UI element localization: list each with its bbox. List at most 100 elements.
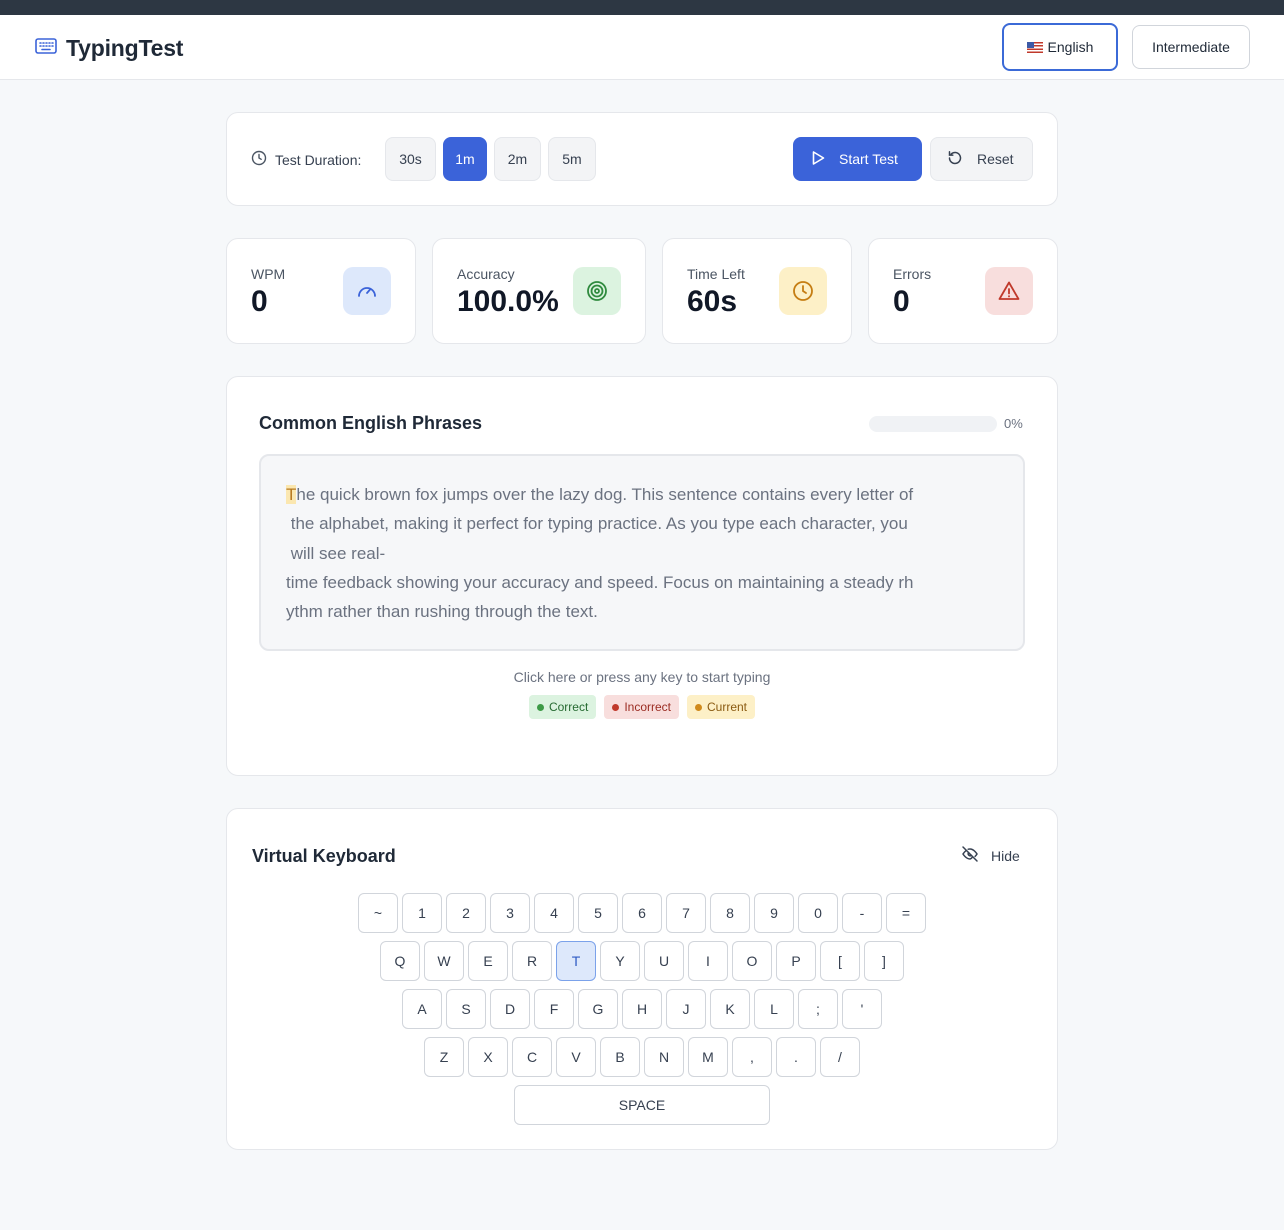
keyboard-row-home: A S D F G H J K L ; '	[227, 989, 1057, 1029]
key[interactable]: F	[534, 989, 574, 1029]
current-dot-icon	[695, 703, 702, 711]
key[interactable]: 3	[490, 893, 530, 933]
key[interactable]: '	[842, 989, 882, 1029]
passage-title: Common English Phrases	[259, 413, 483, 433]
level-label: Intermediate	[1152, 39, 1230, 55]
key[interactable]: E	[468, 941, 508, 981]
key[interactable]: ~	[358, 893, 398, 933]
start-hint: Click here or press any key to start typ…	[513, 669, 771, 685]
key-active[interactable]: T	[556, 941, 596, 981]
key[interactable]: I	[688, 941, 728, 981]
key[interactable]: W	[424, 941, 464, 981]
key[interactable]: R	[512, 941, 552, 981]
keyboard-row-top: Q W E R T Y U I O P [ ]	[227, 941, 1057, 981]
wpm-card: WPM 0	[226, 238, 416, 344]
keyboard-row-bottom: Z X C V B N M , . /	[227, 1037, 1057, 1077]
key[interactable]: L	[754, 989, 794, 1029]
key[interactable]: /	[820, 1037, 860, 1077]
key[interactable]: H	[622, 989, 662, 1029]
legend-incorrect-label: Incorrect	[624, 700, 671, 714]
alert-triangle-icon	[985, 267, 1033, 315]
virtual-keyboard-card: Virtual Keyboard Hide ~ 1 2 3 4 5 6 7 8 …	[226, 808, 1058, 1150]
key[interactable]: -	[842, 893, 882, 933]
key[interactable]: A	[402, 989, 442, 1029]
play-icon	[811, 150, 825, 169]
gauge-icon	[343, 267, 391, 315]
key[interactable]: [	[820, 941, 860, 981]
key[interactable]: V	[556, 1037, 596, 1077]
reset-button[interactable]: Reset	[930, 137, 1033, 181]
progress-label: 0%	[1004, 416, 1023, 431]
key[interactable]: U	[644, 941, 684, 981]
key[interactable]: K	[710, 989, 750, 1029]
errors-label: Errors	[893, 266, 932, 282]
key[interactable]: 6	[622, 893, 662, 933]
duration-label-group: Test Duration:	[251, 150, 361, 169]
key[interactable]: N	[644, 1037, 684, 1077]
duration-5m-button[interactable]: 5m	[548, 137, 596, 181]
key[interactable]: Y	[600, 941, 640, 981]
start-test-button[interactable]: Start Test	[793, 137, 922, 181]
keyboard-row-numbers: ~ 1 2 3 4 5 6 7 8 9 0 - =	[227, 893, 1057, 933]
typing-text-area[interactable]: The quick brown fox jumps over the lazy …	[259, 454, 1025, 651]
text-line: will see real-	[286, 543, 386, 563]
us-flag-icon	[1026, 41, 1043, 53]
errors-value: 0	[893, 285, 910, 318]
key[interactable]: B	[600, 1037, 640, 1077]
key[interactable]: S	[446, 989, 486, 1029]
keyboard-icon	[35, 37, 57, 60]
current-character: T	[286, 485, 297, 504]
language-label: English	[1047, 39, 1094, 55]
key[interactable]: 7	[666, 893, 706, 933]
key[interactable]: M	[688, 1037, 728, 1077]
key[interactable]: P	[776, 941, 816, 981]
accuracy-label: Accuracy	[457, 266, 515, 282]
key[interactable]: O	[732, 941, 772, 981]
key[interactable]: 9	[754, 893, 794, 933]
key[interactable]: Q	[380, 941, 420, 981]
key[interactable]: .	[776, 1037, 816, 1077]
space-key[interactable]: SPACE	[514, 1085, 770, 1125]
key[interactable]: 8	[710, 893, 750, 933]
duration-30s-button[interactable]: 30s	[385, 137, 436, 181]
text-line: ythm rather than rushing through the tex…	[286, 602, 598, 622]
key[interactable]: ,	[732, 1037, 772, 1077]
key[interactable]: D	[490, 989, 530, 1029]
reset-label: Reset	[977, 151, 1014, 167]
key[interactable]: X	[468, 1037, 508, 1077]
incorrect-dot-icon	[612, 703, 620, 711]
rotate-ccw-icon	[947, 150, 963, 169]
wpm-label: WPM	[251, 266, 286, 282]
key[interactable]: Z	[424, 1037, 464, 1077]
wpm-value: 0	[251, 285, 268, 318]
duration-card: Test Duration: 30s 1m 2m 5m Start Test R…	[226, 112, 1058, 206]
key[interactable]: 1	[402, 893, 442, 933]
text-line: The quick brown fox jumps over the lazy …	[286, 480, 999, 509]
key[interactable]: ;	[798, 989, 838, 1029]
legend-current: Current	[687, 695, 756, 719]
key[interactable]: G	[578, 989, 618, 1029]
key[interactable]: J	[666, 989, 706, 1029]
progress-bar	[869, 416, 997, 432]
typing-card[interactable]: Common English Phrases 0% The quick brow…	[226, 376, 1058, 776]
app-header: TypingTest English Intermediate	[0, 15, 1284, 80]
brand[interactable]: TypingTest	[35, 35, 183, 62]
legend-incorrect: Incorrect	[604, 695, 679, 719]
hide-keyboard-button[interactable]: Hide	[961, 845, 1020, 866]
key[interactable]: C	[512, 1037, 552, 1077]
duration-1m-button[interactable]: 1m	[443, 137, 487, 181]
time-left-value: 60s	[687, 285, 738, 318]
language-select[interactable]: English	[1002, 23, 1118, 71]
clock-icon	[251, 150, 267, 169]
level-select[interactable]: Intermediate	[1132, 25, 1250, 69]
target-icon	[573, 267, 621, 315]
key[interactable]: ]	[864, 941, 904, 981]
key[interactable]: 0	[798, 893, 838, 933]
errors-card: Errors 0	[868, 238, 1058, 344]
key[interactable]: 2	[446, 893, 486, 933]
key[interactable]: 4	[534, 893, 574, 933]
duration-label: Test Duration:	[275, 151, 362, 168]
key[interactable]: =	[886, 893, 926, 933]
duration-2m-button[interactable]: 2m	[494, 137, 541, 181]
key[interactable]: 5	[578, 893, 618, 933]
